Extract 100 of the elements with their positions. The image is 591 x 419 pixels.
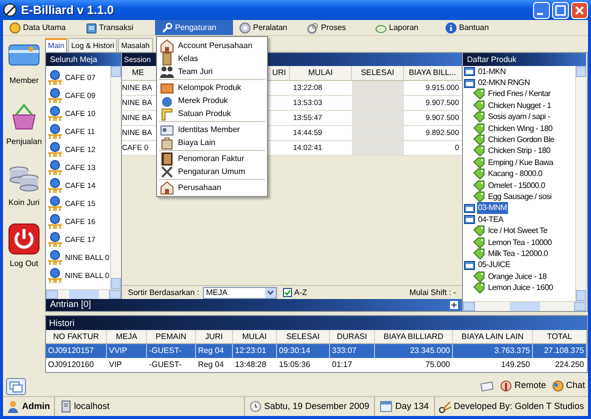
tag-icon (473, 168, 485, 180)
power-icon[interactable] (7, 223, 41, 255)
clock-icon (250, 401, 262, 412)
table-cell: VIP (109, 359, 122, 371)
chat-button[interactable]: Chat (552, 379, 585, 393)
checkbox-label[interactable]: A-Z (294, 286, 308, 298)
table-cell: -GUEST- (149, 359, 182, 371)
table-icon (47, 124, 63, 140)
menu-item[interactable]: Peralatan (233, 20, 301, 35)
table-cell: 13:48:28 (235, 359, 266, 371)
menu-entry[interactable]: Perusahaan (157, 181, 267, 194)
menu-entry[interactable]: Identitas Member (157, 123, 267, 136)
menu-entry[interactable]: Team Juri (157, 65, 267, 78)
table-icon (47, 106, 63, 122)
status-host: localhost (74, 400, 110, 413)
house-icon (160, 180, 174, 194)
sort-dropdown[interactable]: MEJA (203, 286, 278, 298)
tree-item[interactable]: 02-MKN RNGN (477, 77, 531, 90)
menu-entry[interactable]: Account Perusahaan (157, 39, 267, 52)
sidebar-label[interactable]: Member (9, 75, 39, 87)
tools-icon (160, 164, 174, 178)
menu-item[interactable]: Proses (301, 20, 369, 35)
tree-item[interactable]: Emping / Kue Bawa (487, 156, 554, 169)
menu-entry[interactable]: Merek Produk (157, 94, 267, 107)
panel-title: Antrian [0] (46, 299, 462, 311)
tree-item[interactable]: Egg Sausage / sosi (487, 191, 553, 203)
table-row[interactable]: OJ09120157 VVIP -GUEST- Reg 04 12:23:01 09:30:14 333:07 23.345.000 3.763.375 27.108.375 (46, 344, 587, 358)
menu-item[interactable]: Bantuan (439, 20, 509, 35)
envelope-icon[interactable] (480, 380, 494, 392)
menu-entry[interactable]: Penomoran Faktur (157, 152, 267, 165)
table-cell: Reg 04 (198, 359, 224, 371)
table-cell: 3.763.375 (494, 345, 530, 357)
sidebar-label[interactable]: Log Out (10, 258, 38, 270)
tree-item[interactable]: Kacang - 8000.0 (487, 168, 544, 180)
menu-entry[interactable]: Kelompok Produk (157, 81, 267, 94)
windows-icon[interactable] (6, 378, 26, 394)
tree-item[interactable]: 04-TEA (477, 214, 504, 226)
menu-entry[interactable]: Pengaturan Umum (157, 165, 267, 178)
tree-item[interactable]: Chicken Gordon Ble (487, 134, 556, 146)
tag-icon (473, 134, 485, 146)
table-cell: VVIP (109, 345, 128, 357)
tree-item[interactable]: Chicken Wing - 180 (487, 122, 554, 135)
close-icon[interactable] (571, 2, 588, 18)
id-card-icon (160, 122, 174, 136)
table-cell: 01:17 (332, 359, 352, 371)
chat-icon (552, 380, 564, 392)
tree-item[interactable]: Orange Juice - 18 (487, 270, 548, 283)
tree-item[interactable]: 03-MNM (477, 202, 508, 214)
column-header: MULAI (290, 66, 352, 80)
tree-item[interactable]: Sosis ayam / sapi - (487, 111, 551, 124)
menu-entry[interactable]: Kelas (157, 52, 267, 65)
table-cell: 149.250 (501, 359, 530, 371)
checkbox-icon[interactable] (283, 288, 292, 297)
info-icon (445, 22, 457, 34)
column-header: SELESAI (277, 330, 330, 343)
column-header: NO FAKTUR (46, 330, 107, 343)
user-icon (7, 400, 19, 413)
tree-item[interactable]: Lemon Tea - 10000 (487, 236, 553, 249)
tree-item[interactable]: Milk Tea - 12000.0 (487, 248, 549, 260)
table-icon (47, 70, 63, 86)
maximize-icon[interactable] (552, 2, 569, 18)
menu-item[interactable]: Pengaturan (155, 20, 233, 35)
plus-icon[interactable] (450, 301, 458, 309)
remote-button[interactable]: Remote (500, 379, 546, 393)
menu-item[interactable]: Transaksi (79, 20, 155, 35)
minimize-icon[interactable] (533, 2, 550, 18)
tree-item[interactable]: Fried Fries / Kentar (487, 88, 552, 100)
tag-icon (473, 100, 485, 112)
tag-icon (473, 180, 485, 192)
table-cell: Reg 04 (198, 345, 224, 357)
table-cell: 15:05:36 (279, 359, 310, 371)
tree-item[interactable]: 01-MKN (477, 66, 507, 78)
tree-item[interactable]: Chicken Strip - 180 (487, 145, 552, 158)
tree-item[interactable]: Omelet - 15000.0 (487, 180, 546, 192)
tree-item[interactable]: Lemon Juice - 1600 (487, 282, 554, 294)
menu-entry[interactable]: Satuan Produk (157, 107, 267, 120)
table-cell: 224.250 (555, 359, 584, 371)
tree-item[interactable]: 05-JUICE (477, 259, 512, 272)
table-icon (47, 142, 63, 158)
menu-item[interactable]: Data Utama (3, 20, 79, 35)
column-header: BIAYA BILL... (404, 66, 462, 80)
scrollbar[interactable] (463, 301, 586, 311)
scrollbar[interactable] (575, 66, 586, 301)
status-date: Sabtu, 19 Desember 2009 (264, 400, 370, 413)
menu-item[interactable]: Laporan (369, 20, 439, 35)
table-icon (47, 160, 63, 176)
table-icon (47, 232, 63, 248)
table-cell: OJ09120160 (48, 359, 94, 371)
scrollbar[interactable] (110, 66, 121, 289)
gear-icon (239, 22, 251, 34)
menu-entry[interactable]: Biaya Lain (157, 136, 267, 149)
table-row[interactable]: OJ09120160 VIP -GUEST- Reg 04 13:48:28 15:05:36 01:17 75.000 149.250 224.250 (46, 358, 587, 372)
sidebar-label[interactable]: Penjualan (6, 136, 42, 148)
gears-icon (307, 22, 319, 34)
people-icon (160, 64, 174, 78)
sidebar-label[interactable]: Koin Juri (8, 197, 40, 209)
scrollbar[interactable] (46, 289, 121, 299)
box-icon (160, 80, 174, 94)
tree-item[interactable]: Ice / Hot Sweet Te (487, 225, 548, 238)
tree-item[interactable]: Chicken Nugget - 1 (487, 100, 552, 112)
